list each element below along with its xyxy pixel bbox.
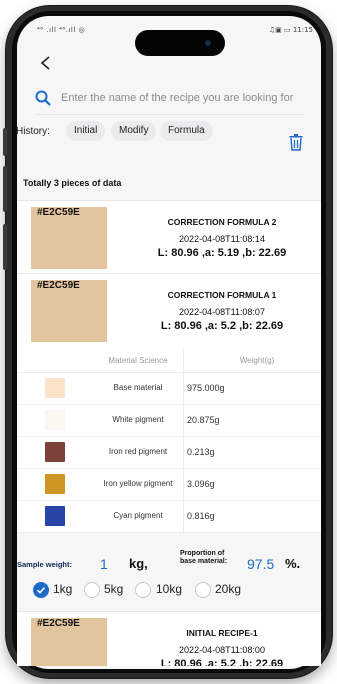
recipe-card[interactable]: #E2C59E INITIAL RECIPE-1 2022-04-08T11:0… bbox=[17, 611, 321, 666]
materials-table: Material Science Weight(g) Base material… bbox=[17, 348, 321, 533]
recipe-title: CORRECTION FORMULA 1 bbox=[167, 290, 277, 300]
recipe-title: INITIAL RECIPE-1 bbox=[186, 628, 258, 638]
material-color-chip bbox=[45, 506, 65, 526]
table-row: Iron red pigment 0.213g bbox=[17, 436, 321, 469]
back-arrow-icon[interactable] bbox=[39, 56, 53, 70]
proportion-label-line1: Proportion of bbox=[180, 550, 225, 557]
recipe-hex: #E2C59E bbox=[37, 280, 80, 291]
recipe-card[interactable]: #E2C59E CORRECTION FORMULA 2 2022-04-08T… bbox=[17, 200, 321, 273]
material-color-chip bbox=[45, 410, 65, 430]
header-material: Material Science bbox=[108, 356, 168, 365]
signal-indicators: ⁴⁶ .ıll ⁴⁶.ıll ◎ bbox=[37, 26, 86, 34]
sample-weight-label: Sample weight: bbox=[17, 560, 73, 569]
material-color-chip bbox=[45, 442, 65, 462]
table-header: Material Science Weight(g) bbox=[17, 348, 321, 373]
battery-time-indicators: ♫▣ ▭ 11:15 bbox=[268, 26, 313, 34]
sample-weight-value[interactable]: 1 bbox=[100, 556, 108, 572]
trash-icon[interactable] bbox=[289, 134, 303, 151]
recipe-lab: L: 80.96 ,a: 5.19 ,b: 22.69 bbox=[157, 247, 287, 259]
material-name: Iron yellow pigment bbox=[103, 479, 173, 488]
radio-label-1kg[interactable]: 1kg bbox=[53, 582, 72, 596]
material-weight: 0.213g bbox=[187, 447, 215, 457]
recipe-lab: L: 80.96 ,a: 5.2 ,b: 22.69 bbox=[160, 320, 284, 332]
mute-switch bbox=[3, 224, 7, 270]
material-weight: 20.875g bbox=[187, 415, 220, 425]
material-color-chip bbox=[45, 474, 65, 494]
recipe-date: 2022-04-08T11:08:00 bbox=[179, 645, 265, 655]
proportion-value[interactable]: 97.5 bbox=[247, 556, 274, 572]
search-icon[interactable] bbox=[35, 90, 51, 106]
recipe-date: 2022-04-08T11:08:14 bbox=[179, 234, 265, 244]
table-row: Cyan pigment 0.816g bbox=[17, 500, 321, 533]
radio-label-5kg[interactable]: 5kg bbox=[104, 582, 123, 596]
volume-down-button bbox=[3, 166, 7, 212]
sample-weight-unit: kg, bbox=[129, 556, 148, 571]
material-color-chip bbox=[45, 378, 65, 398]
radio-label-10kg[interactable]: 10kg bbox=[156, 582, 182, 596]
size-radio-group: 1kg 5kg 10kg 20kg bbox=[17, 578, 321, 602]
radio-10kg[interactable] bbox=[135, 582, 151, 598]
recipe-hex: #E2C59E bbox=[37, 618, 80, 629]
proportion-label-line2: base material: bbox=[180, 558, 228, 565]
material-weight: 0.816g bbox=[187, 511, 215, 521]
material-name: White pigment bbox=[112, 415, 164, 424]
material-weight: 975.000g bbox=[187, 383, 225, 393]
material-name: Iron red pigment bbox=[108, 447, 168, 456]
camera-icon bbox=[205, 40, 211, 46]
search-bar[interactable]: Enter the name of the recipe you are loo… bbox=[35, 88, 305, 115]
total-count: Totally 3 pieces of data bbox=[23, 178, 122, 188]
radio-5kg[interactable] bbox=[84, 582, 100, 598]
table-row: Iron yellow pigment 3.096g bbox=[17, 468, 321, 501]
material-name: Base material bbox=[113, 383, 163, 392]
radio-20kg[interactable] bbox=[195, 582, 211, 598]
history-label: History: bbox=[16, 126, 50, 137]
sample-weight-row: Sample weight: 1 kg, Proportion of base … bbox=[17, 546, 321, 576]
recipe-date: 2022-04-08T11:08:07 bbox=[179, 307, 265, 317]
proportion-unit: %. bbox=[285, 556, 301, 571]
recipe-card[interactable]: #E2C59E CORRECTION FORMULA 1 2022-04-08T… bbox=[17, 273, 321, 348]
material-weight: 3.096g bbox=[187, 479, 215, 489]
table-row: White pigment 20.875g bbox=[17, 404, 321, 437]
recipe-hex: #E2C59E bbox=[37, 207, 80, 218]
dynamic-island bbox=[135, 30, 225, 56]
radio-label-20kg[interactable]: 20kg bbox=[215, 582, 241, 596]
phone-frame: ⁴⁶ .ıll ⁴⁶.ıll ◎ ♫▣ ▭ 11:15 Enter the na… bbox=[0, 0, 337, 684]
history-chip-formula[interactable]: Formula bbox=[160, 121, 213, 141]
table-row: Base material 975.000g bbox=[17, 372, 321, 405]
radio-1kg[interactable] bbox=[33, 582, 49, 598]
search-input[interactable]: Enter the name of the recipe you are loo… bbox=[61, 92, 293, 104]
proportion-label: Proportion of base material: bbox=[180, 550, 227, 566]
history-chip-initial[interactable]: Initial bbox=[66, 121, 106, 141]
header-weight: Weight(g) bbox=[239, 356, 275, 365]
material-name: Cyan pigment bbox=[113, 511, 163, 520]
recipe-title: CORRECTION FORMULA 2 bbox=[167, 217, 277, 227]
volume-up-button bbox=[3, 128, 7, 156]
history-chip-modify[interactable]: Modify bbox=[111, 121, 157, 141]
history-filter: History: Initial Modify Formula bbox=[16, 120, 306, 142]
check-icon bbox=[36, 587, 46, 594]
recipe-lab: L: 80.96 ,a: 5.2 ,b: 22.69 bbox=[160, 658, 284, 666]
search-underline bbox=[35, 114, 303, 115]
